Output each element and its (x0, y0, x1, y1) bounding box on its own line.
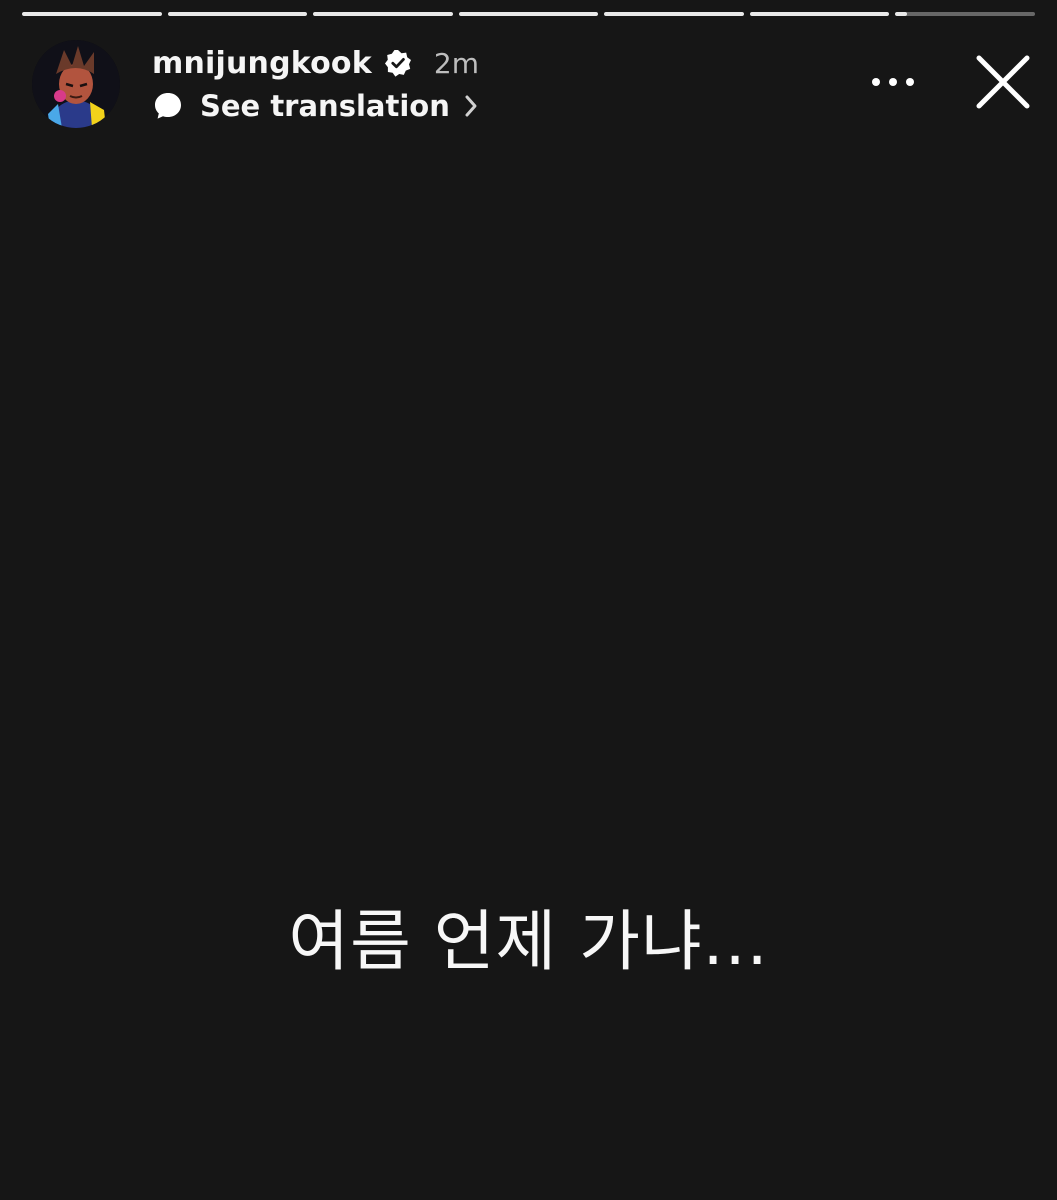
progress-fill (604, 12, 744, 16)
chevron-right-icon (465, 95, 477, 117)
progress-segment-2 (167, 12, 308, 16)
speech-bubble-icon (155, 93, 181, 119)
avatar[interactable] (32, 40, 120, 128)
progress-fill (313, 12, 453, 16)
progress-fill (749, 12, 890, 16)
avatar-illustration (32, 40, 120, 128)
progress-segment-7 (895, 12, 1036, 16)
progress-segment-3 (313, 12, 453, 16)
more-options-button[interactable] (867, 62, 919, 102)
see-translation-link[interactable]: See translation (152, 86, 480, 126)
story-header: mnijungkook 2m See translation (32, 38, 1033, 130)
progress-fill (458, 12, 599, 16)
progress-segment-6 (749, 12, 890, 16)
timestamp: 2m (433, 46, 479, 80)
progress-segment-1 (22, 12, 162, 16)
translate-label: See translation (200, 89, 450, 123)
progress-fill (167, 12, 308, 16)
close-button[interactable] (973, 52, 1033, 112)
more-dots-icon (872, 78, 914, 86)
progress-segment-5 (604, 12, 744, 16)
progress-segment-4 (458, 12, 599, 16)
progress-fill (895, 12, 907, 16)
close-icon (976, 55, 1030, 109)
story-text: 여름 언제 가냐... (288, 903, 769, 980)
verified-badge-icon (384, 50, 411, 77)
user-line: mnijungkook 2m (152, 42, 479, 84)
story-progress-bars (22, 12, 1036, 17)
progress-fill (22, 12, 162, 16)
username[interactable]: mnijungkook (152, 46, 372, 81)
